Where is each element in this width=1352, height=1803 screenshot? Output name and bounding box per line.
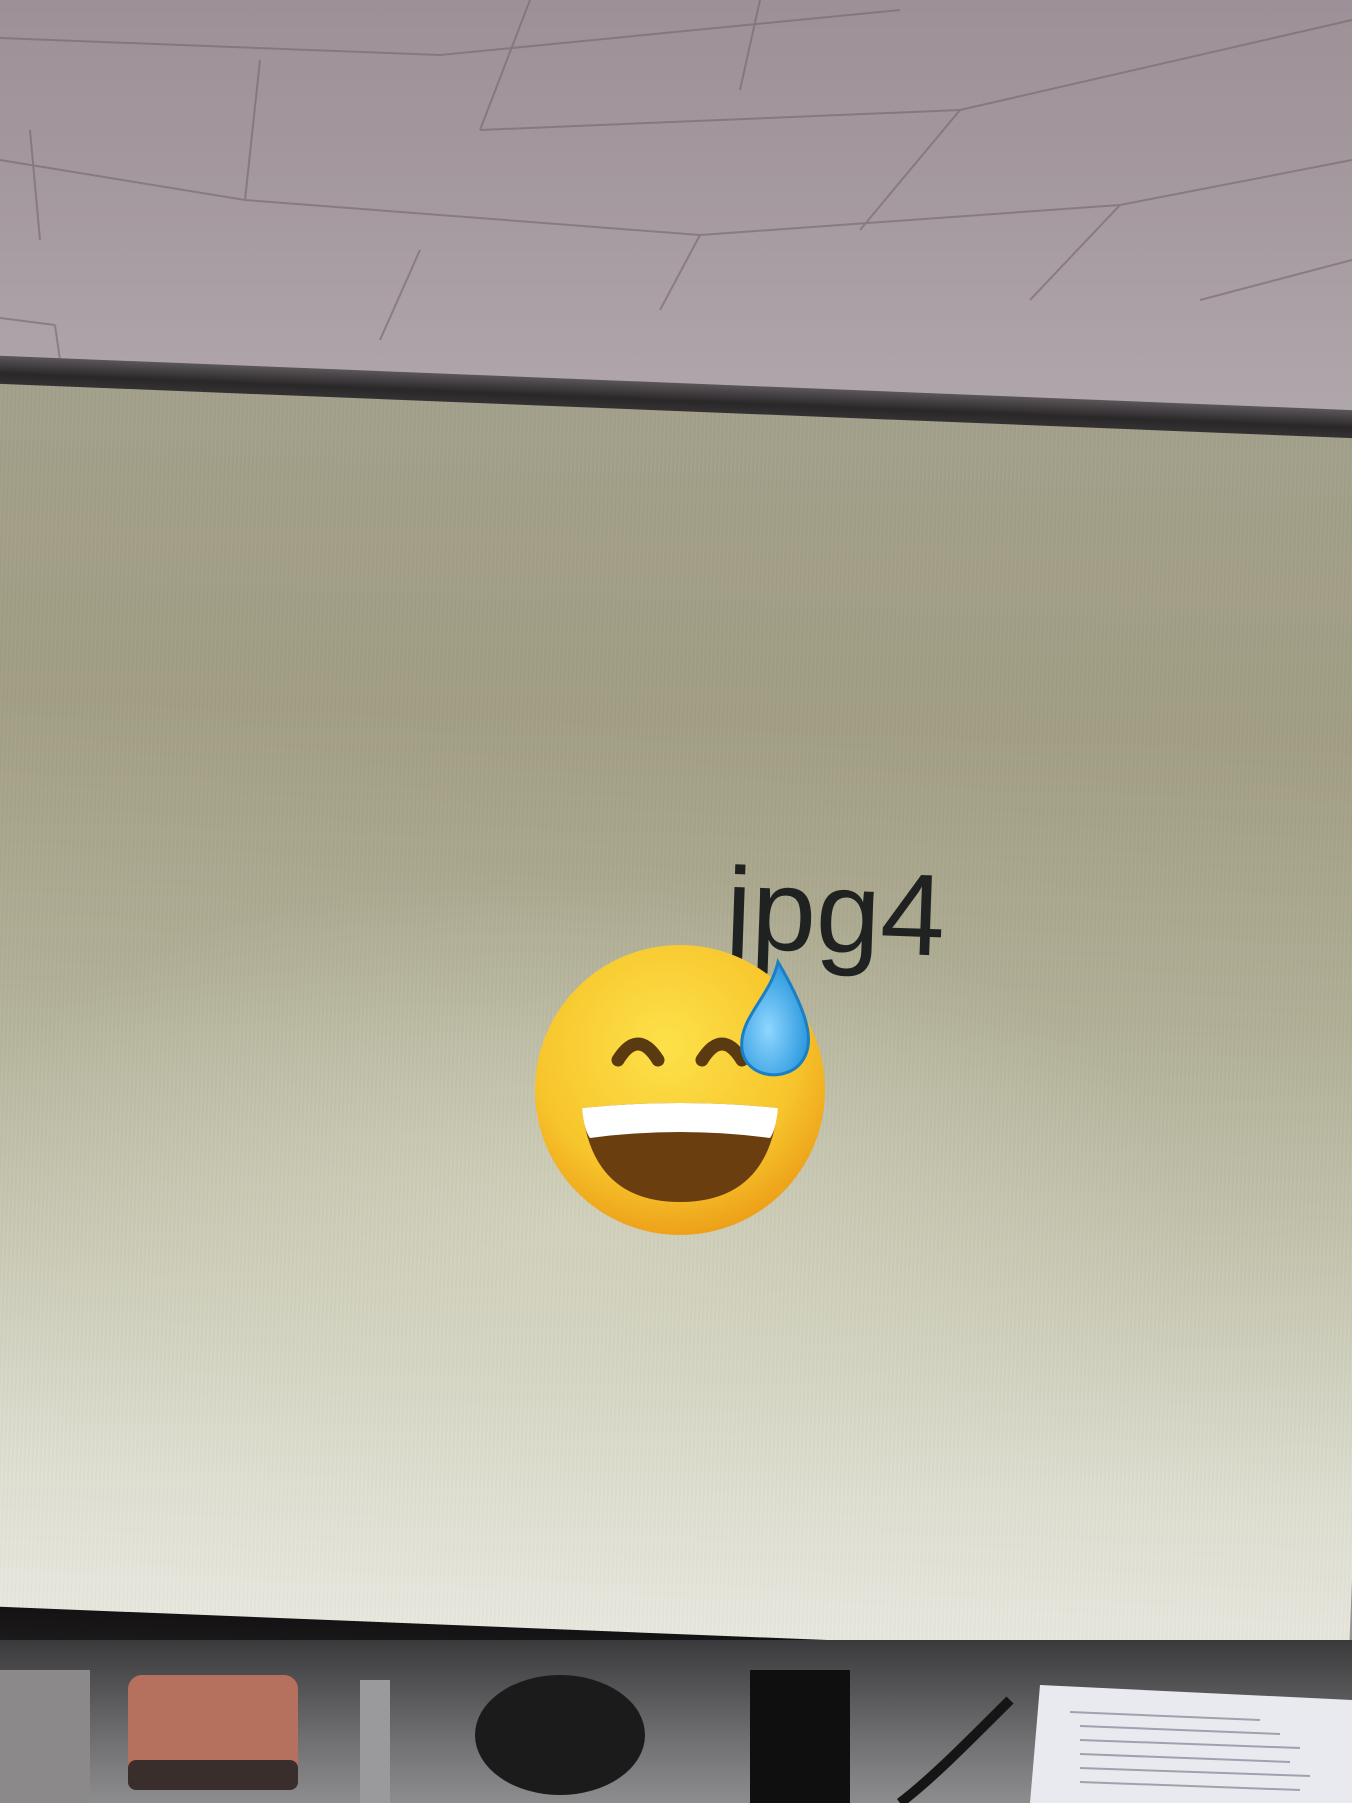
desk-object-pink-base xyxy=(128,1760,298,1790)
cable xyxy=(896,1696,1014,1803)
grinning-face-with-sweat-icon xyxy=(535,945,825,1235)
desk-area xyxy=(0,1640,1352,1803)
desk-objects xyxy=(0,1670,1352,1803)
desk-divider xyxy=(360,1680,390,1803)
cable-bundle xyxy=(475,1675,645,1795)
monitor-stand-neck xyxy=(750,1670,850,1803)
monitor-stand-left xyxy=(0,1670,90,1803)
photo-scene: jpg4 xyxy=(0,0,1352,1803)
